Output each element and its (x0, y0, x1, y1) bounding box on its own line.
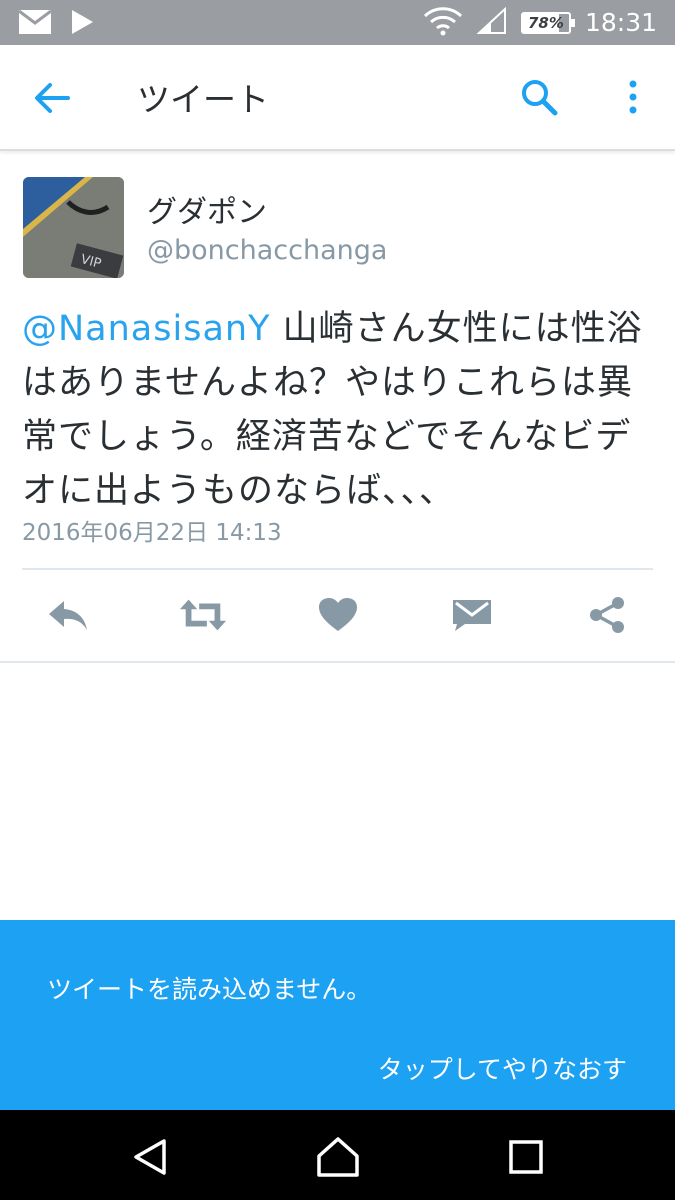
wifi-icon (423, 6, 463, 40)
mention-link[interactable]: @NanasisanY (22, 309, 270, 349)
app-bar: ツイート (0, 45, 675, 151)
back-arrow-icon[interactable] (30, 78, 74, 118)
mail-icon (18, 9, 52, 39)
divider (0, 661, 675, 663)
avatar[interactable]: VIP (23, 177, 124, 278)
nav-recents-icon[interactable] (504, 1135, 548, 1179)
clock: 18:31 (584, 8, 657, 37)
battery-icon: 78% (520, 11, 575, 34)
nav-back-icon[interactable] (128, 1135, 172, 1179)
battery-percent: 78% (528, 13, 564, 32)
divider (22, 568, 653, 570)
reply-icon[interactable] (43, 585, 93, 645)
tweet-timestamp: 2016年06月22日 14:13 (22, 520, 282, 546)
direct-message-icon[interactable] (447, 585, 497, 645)
tweet-text: @NanasisanY 山崎さん女性には性浴はありませんよね？やはりこれらは異常… (22, 302, 657, 518)
status-bar: 78% 18:31 (0, 0, 675, 45)
share-icon[interactable] (582, 585, 632, 645)
system-nav-bar (0, 1110, 675, 1200)
user-handle[interactable]: @bonchacchanga (147, 235, 387, 266)
tweet-actions (0, 585, 675, 645)
snackbar-message: ツイートを読み込めません。 (47, 975, 372, 1004)
more-vertical-icon[interactable] (618, 76, 648, 118)
page-title: ツイート (137, 80, 269, 119)
retweet-icon[interactable] (178, 585, 228, 645)
search-icon[interactable] (518, 76, 560, 118)
display-name[interactable]: グダポン (147, 187, 267, 231)
retry-button[interactable]: タップしてやりなおす (378, 1050, 627, 1086)
play-store-icon (70, 9, 94, 39)
error-snackbar: ツイートを読み込めません。 タップしてやりなおす (0, 920, 675, 1110)
like-icon[interactable] (313, 585, 363, 645)
signal-icon (476, 6, 507, 39)
nav-home-icon[interactable] (316, 1135, 360, 1179)
